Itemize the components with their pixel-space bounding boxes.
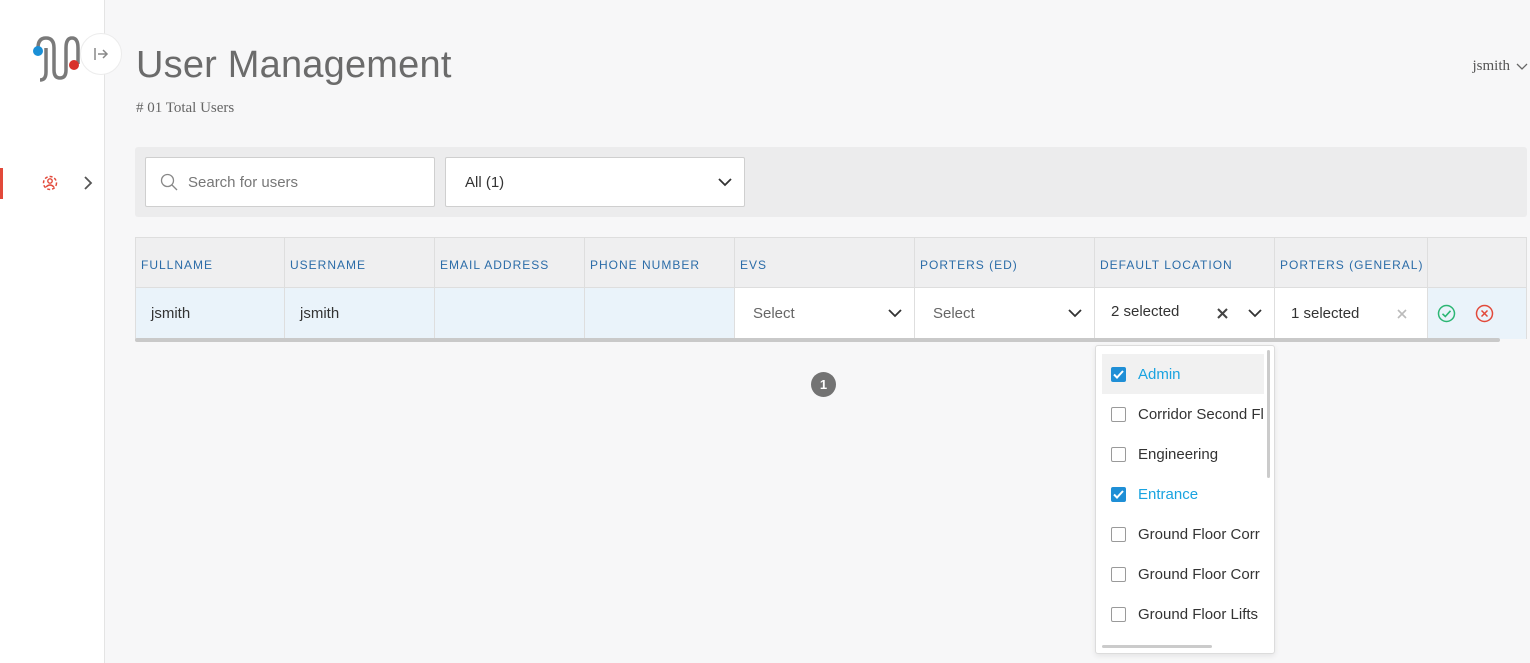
default-location-dropdown: Admin Corridor Second Fl Engineering Ent… <box>1095 345 1275 654</box>
column-header-actions <box>1428 238 1526 287</box>
dropdown-vertical-scrollbar[interactable] <box>1267 350 1270 478</box>
check-circle-icon[interactable] <box>1437 304 1456 323</box>
column-header-email[interactable]: EMAIL ADDRESS <box>435 238 585 287</box>
user-filter-select[interactable]: All (1) <box>445 157 745 207</box>
table-header: FULLNAME USERNAME EMAIL ADDRESS PHONE NU… <box>135 237 1527 288</box>
cell-fullname: jsmith <box>136 288 285 339</box>
column-header-evs[interactable]: EVS <box>735 238 915 287</box>
cell-phone <box>585 288 735 339</box>
clear-icon[interactable] <box>1217 308 1228 319</box>
location-option-label: Engineering <box>1138 445 1219 463</box>
user-filter-value: All (1) <box>465 173 505 191</box>
evs-select-value: Select <box>753 305 795 322</box>
table-horizontal-scrollbar[interactable] <box>135 338 1500 342</box>
porters-general-select[interactable]: 1 selected <box>1275 288 1427 339</box>
location-option[interactable]: Ground Floor Corr <box>1102 514 1264 554</box>
location-option-label: Entrance <box>1138 485 1199 503</box>
location-option-label: Admin <box>1138 365 1181 383</box>
porters-ed-select[interactable]: Select <box>915 288 1094 339</box>
sidebar <box>0 0 122 663</box>
column-header-porters-ed[interactable]: PORTERS (ED) <box>915 238 1095 287</box>
search-box[interactable] <box>145 157 435 207</box>
users-table: FULLNAME USERNAME EMAIL ADDRESS PHONE NU… <box>135 237 1527 342</box>
search-input[interactable] <box>188 173 418 191</box>
cell-porters-ed: Select <box>915 288 1095 339</box>
cell-email <box>435 288 585 339</box>
dropdown-horizontal-scrollbar[interactable] <box>1102 645 1212 648</box>
chevron-down-icon <box>1068 309 1082 318</box>
column-header-default-location[interactable]: DEFAULT LOCATION <box>1095 238 1275 287</box>
user-settings-icon[interactable] <box>38 171 62 195</box>
cell-default-location: 2 selected <box>1095 288 1275 339</box>
nav-active-indicator <box>0 168 3 199</box>
checkmark-icon <box>1113 489 1124 499</box>
filter-toolbar: All (1) <box>135 147 1527 217</box>
table-row: jsmith jsmith Select Select 2 selected 1… <box>135 288 1527 339</box>
user-menu[interactable]: jsmith <box>1472 58 1528 75</box>
default-location-select[interactable]: 2 selected <box>1095 288 1274 339</box>
chevron-down-icon <box>1516 63 1528 70</box>
location-option[interactable]: Ground Floor Lifts <box>1102 594 1264 634</box>
main-content: User Management # 01 Total Users jsmith … <box>105 0 1530 663</box>
total-users-count: # 01 Total Users <box>136 100 235 116</box>
location-option[interactable]: Entrance <box>1102 474 1264 514</box>
location-option-label: Ground Floor Corr <box>1138 565 1260 583</box>
column-header-fullname[interactable]: FULLNAME <box>136 238 285 287</box>
checkbox[interactable] <box>1111 526 1126 542</box>
location-option-label: Ground Floor Corr <box>1138 525 1260 543</box>
checkbox[interactable] <box>1111 606 1126 622</box>
chevron-down-icon <box>888 309 902 318</box>
checkbox[interactable] <box>1111 406 1126 422</box>
porters-ed-select-value: Select <box>933 305 975 322</box>
page-title: User Management <box>136 44 452 86</box>
evs-select[interactable]: Select <box>735 288 914 339</box>
checkbox-checked[interactable] <box>1111 366 1126 382</box>
cell-evs: Select <box>735 288 915 339</box>
pagination-page-1[interactable]: 1 <box>811 372 836 397</box>
column-header-username[interactable]: USERNAME <box>285 238 435 287</box>
app-logo[interactable] <box>30 34 82 84</box>
chevron-down-icon <box>718 177 732 186</box>
checkbox-checked[interactable] <box>1111 486 1126 502</box>
column-header-porters-general[interactable]: PORTERS (GENERAL) <box>1275 238 1428 287</box>
checkbox[interactable] <box>1111 566 1126 582</box>
user-menu-name: jsmith <box>1472 58 1510 74</box>
porters-general-select-value: 1 selected <box>1291 305 1360 322</box>
clear-icon[interactable] <box>1397 308 1407 319</box>
cell-porters-general: 1 selected <box>1275 288 1428 339</box>
location-option[interactable]: Admin <box>1102 354 1264 394</box>
location-option[interactable]: Engineering <box>1102 434 1264 474</box>
cell-username: jsmith <box>285 288 435 339</box>
location-option-label: Corridor Second Fl <box>1138 405 1264 423</box>
default-location-select-value: 2 selected <box>1111 303 1180 320</box>
location-option[interactable]: Corridor Second Fl <box>1102 394 1264 434</box>
chevron-down-icon[interactable] <box>1248 309 1262 318</box>
location-option-label: Ground Floor Lifts <box>1138 605 1259 623</box>
checkbox[interactable] <box>1111 446 1126 462</box>
chevron-right-icon[interactable] <box>80 173 96 193</box>
checkmark-icon <box>1113 369 1124 379</box>
cell-actions <box>1428 288 1526 339</box>
search-icon <box>160 173 178 191</box>
location-option[interactable]: Ground Floor Corr <box>1102 554 1264 594</box>
x-circle-icon[interactable] <box>1475 304 1494 323</box>
column-header-phone[interactable]: PHONE NUMBER <box>585 238 735 287</box>
